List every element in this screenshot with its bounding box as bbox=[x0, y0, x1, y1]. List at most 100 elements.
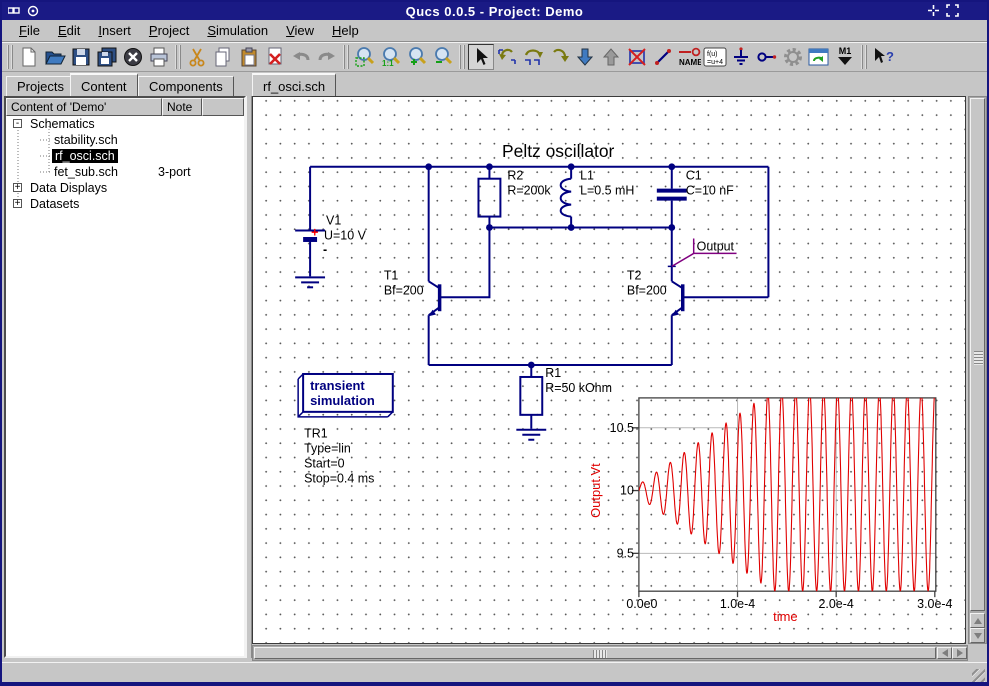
undo-button[interactable] bbox=[288, 44, 314, 70]
toolbar-separator bbox=[175, 45, 181, 69]
equation-button[interactable]: f(u)=u+4 bbox=[702, 44, 728, 70]
svg-text:M1: M1 bbox=[839, 46, 852, 56]
toolbar-handle[interactable] bbox=[7, 45, 13, 69]
new-button[interactable] bbox=[16, 44, 42, 70]
resize-grip[interactable] bbox=[972, 669, 985, 682]
document-tab[interactable]: rf_osci.sch bbox=[252, 73, 336, 96]
redo-icon bbox=[316, 46, 338, 68]
content-tree: Schematics stability.sch rf_osci.sch fet… bbox=[6, 116, 244, 212]
print-button[interactable] bbox=[146, 44, 172, 70]
horizontal-scrollbar-thumb[interactable] bbox=[254, 647, 936, 659]
tree-item-datasets[interactable]: Datasets bbox=[6, 196, 244, 212]
save-all-button[interactable] bbox=[94, 44, 120, 70]
copy-button[interactable] bbox=[210, 44, 236, 70]
close-file-button[interactable] bbox=[120, 44, 146, 70]
whats-this-button[interactable]: ? bbox=[870, 44, 896, 70]
select-button[interactable] bbox=[468, 44, 494, 70]
zoom-out-button[interactable] bbox=[430, 44, 456, 70]
menu-view[interactable]: View bbox=[277, 21, 323, 40]
mirror-x-button[interactable] bbox=[520, 44, 546, 70]
tree-label[interactable]: Datasets bbox=[30, 197, 79, 211]
ground-button[interactable] bbox=[728, 44, 754, 70]
rotate-button[interactable] bbox=[494, 44, 520, 70]
wire-button[interactable] bbox=[650, 44, 676, 70]
menu-bar: File Edit Insert Project Simulation View… bbox=[2, 20, 987, 42]
tree-item-schematics[interactable]: Schematics bbox=[6, 116, 244, 132]
tree-item-stability[interactable]: stability.sch bbox=[6, 132, 244, 148]
new-file-icon bbox=[18, 46, 40, 68]
t1-value: Bf=200 bbox=[384, 283, 424, 297]
cut-button[interactable] bbox=[184, 44, 210, 70]
v1-name: V1 bbox=[326, 214, 341, 228]
tab-projects[interactable]: Projects bbox=[6, 76, 75, 96]
save-button[interactable] bbox=[68, 44, 94, 70]
vertical-scrollbar-thumb[interactable] bbox=[970, 98, 985, 611]
redo-button[interactable] bbox=[314, 44, 340, 70]
simulate-button[interactable] bbox=[780, 44, 806, 70]
zoom-fit-button[interactable] bbox=[352, 44, 378, 70]
wire-icon bbox=[652, 46, 674, 68]
scroll-left-button[interactable] bbox=[937, 647, 952, 659]
tree-item-rf-osci[interactable]: rf_osci.sch bbox=[6, 148, 244, 164]
zoom-1-1-button[interactable]: 1:1 bbox=[378, 44, 404, 70]
t2-name: T2 bbox=[627, 268, 642, 282]
horizontal-scrollbar[interactable] bbox=[252, 645, 968, 661]
delete-button[interactable] bbox=[262, 44, 288, 70]
tree-label-selected[interactable]: rf_osci.sch bbox=[52, 149, 118, 163]
menu-insert[interactable]: Insert bbox=[89, 21, 140, 40]
svg-text:=u+4: =u+4 bbox=[707, 59, 723, 66]
schematic-canvas[interactable]: Peltz oscillator bbox=[252, 96, 966, 644]
tree-label[interactable]: Schematics bbox=[30, 117, 95, 131]
tab-content[interactable]: Content bbox=[70, 73, 138, 96]
maximize-icon[interactable] bbox=[927, 4, 940, 22]
tab-row: Projects Content Components rf_osci.sch bbox=[2, 72, 987, 96]
window-title: Qucs 0.0.5 - Project: Demo bbox=[2, 4, 987, 19]
v1-value: U=10 V bbox=[324, 228, 367, 242]
column-header-content[interactable]: Content of 'Demo' bbox=[6, 98, 162, 116]
expand-icon[interactable] bbox=[13, 199, 22, 208]
menu-project[interactable]: Project bbox=[140, 21, 198, 40]
menu-help[interactable]: Help bbox=[323, 21, 368, 40]
transient-sim-box[interactable]: transient simulation bbox=[298, 374, 393, 417]
column-header-note[interactable]: Note bbox=[162, 98, 202, 116]
tab-components[interactable]: Components bbox=[138, 76, 234, 96]
expand-icon[interactable] bbox=[13, 183, 22, 192]
menu-file[interactable]: File bbox=[10, 21, 49, 40]
zoom-in-button[interactable] bbox=[404, 44, 430, 70]
wire-label-button[interactable]: NAME bbox=[676, 44, 702, 70]
t2-value: Bf=200 bbox=[627, 283, 667, 297]
x-axis-label: time bbox=[773, 609, 797, 624]
tree-label[interactable]: fet_sub.sch bbox=[54, 165, 118, 179]
data-display-button[interactable] bbox=[806, 44, 832, 70]
menu-simulation[interactable]: Simulation bbox=[198, 21, 277, 40]
tree-label[interactable]: Data Displays bbox=[30, 181, 107, 195]
open-button[interactable] bbox=[42, 44, 68, 70]
svg-text:Type=lin: Type=lin bbox=[304, 442, 351, 456]
paste-icon bbox=[238, 46, 260, 68]
restore-icon[interactable] bbox=[946, 4, 959, 22]
menu-edit[interactable]: Edit bbox=[49, 21, 89, 40]
push-into-button[interactable] bbox=[572, 44, 598, 70]
vertical-scrollbar[interactable] bbox=[968, 96, 987, 644]
tree-label[interactable]: stability.sch bbox=[54, 133, 118, 147]
title-bar: Qucs 0.0.5 - Project: Demo bbox=[2, 2, 987, 20]
open-file-icon bbox=[44, 46, 66, 68]
marker-button[interactable]: M1 bbox=[832, 44, 858, 70]
tree-item-fet-sub[interactable]: fet_sub.sch 3-port bbox=[6, 164, 244, 180]
paste-button[interactable] bbox=[236, 44, 262, 70]
port-button[interactable] bbox=[754, 44, 780, 70]
tree-item-data-displays[interactable]: Data Displays bbox=[6, 180, 244, 196]
deactivate-button[interactable] bbox=[624, 44, 650, 70]
content-header: Content of 'Demo' Note bbox=[6, 98, 244, 116]
scroll-up-button[interactable] bbox=[970, 613, 985, 628]
scroll-right-button[interactable] bbox=[952, 647, 967, 659]
cut-icon bbox=[186, 46, 208, 68]
scroll-down-button[interactable] bbox=[970, 628, 985, 643]
collapse-icon[interactable] bbox=[13, 119, 22, 128]
rotate-cw-button[interactable] bbox=[546, 44, 572, 70]
output-plot[interactable]: 10.5 10 9.5 0.0e0 1.0e-4 2.0e-4 3.0e-4 t… bbox=[588, 390, 952, 624]
copy-icon bbox=[212, 46, 234, 68]
pop-out-button[interactable] bbox=[598, 44, 624, 70]
rotate-icon bbox=[496, 46, 518, 68]
svg-text:NAME: NAME bbox=[679, 58, 701, 67]
